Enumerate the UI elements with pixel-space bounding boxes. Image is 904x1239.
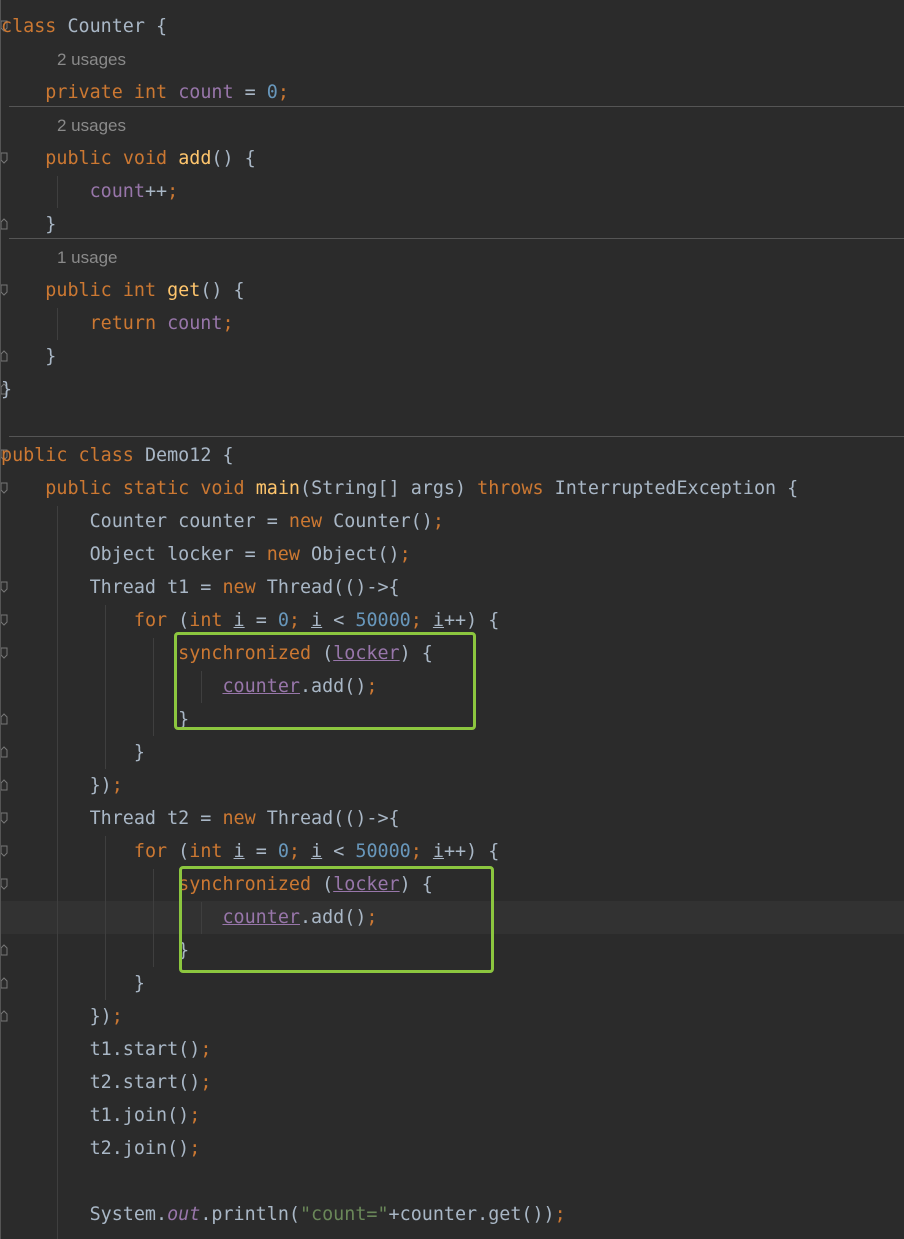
code-line[interactable]: public static void main(String[] args) t… — [1, 472, 904, 505]
code-line[interactable]: } — [1, 340, 904, 373]
code-line[interactable]: count++; — [1, 175, 904, 208]
code-line[interactable]: return count; — [1, 307, 904, 340]
usages-hint[interactable]: 2 usages — [57, 43, 126, 76]
code-line[interactable]: t1.start(); — [1, 1033, 904, 1066]
code-line[interactable]: private int count = 0; — [1, 76, 904, 109]
code-line[interactable]: Object locker = new Object(); — [1, 538, 904, 571]
code-line[interactable]: Counter counter = new Counter(); — [1, 505, 904, 538]
code-line[interactable]: t2.join(); — [1, 1132, 904, 1165]
code-line[interactable]: } — [1, 373, 904, 406]
usages-hint[interactable]: 1 usage — [57, 241, 118, 274]
code-line[interactable]: for (int i = 0; i < 50000; i++) { — [1, 835, 904, 868]
code-line[interactable]: public class Demo12 { — [1, 439, 904, 472]
code-line[interactable]: } — [1, 736, 904, 769]
code-line[interactable]: class Counter { — [1, 10, 904, 43]
code-line[interactable]: } — [1, 208, 904, 241]
code-line[interactable]: t1.join(); — [1, 1099, 904, 1132]
highlight-box-sync-1 — [174, 632, 476, 730]
class-separator — [9, 436, 904, 437]
code-line[interactable]: public int get() { — [1, 274, 904, 307]
code-line[interactable]: public void add() { — [1, 142, 904, 175]
code-editor[interactable]: 2 usages 2 usages 1 usage class Counter … — [0, 0, 904, 1239]
code-line[interactable]: }); — [1, 1000, 904, 1033]
code-line[interactable]: Thread t2 = new Thread(()->{ — [1, 802, 904, 835]
usages-hint[interactable]: 2 usages — [57, 109, 126, 142]
code-line[interactable]: t2.start(); — [1, 1066, 904, 1099]
highlight-box-sync-2 — [179, 866, 494, 973]
code-line[interactable]: }); — [1, 769, 904, 802]
code-line[interactable]: System.out.println("count="+counter.get(… — [1, 1198, 904, 1231]
code-line[interactable]: Thread t1 = new Thread(()->{ — [1, 571, 904, 604]
